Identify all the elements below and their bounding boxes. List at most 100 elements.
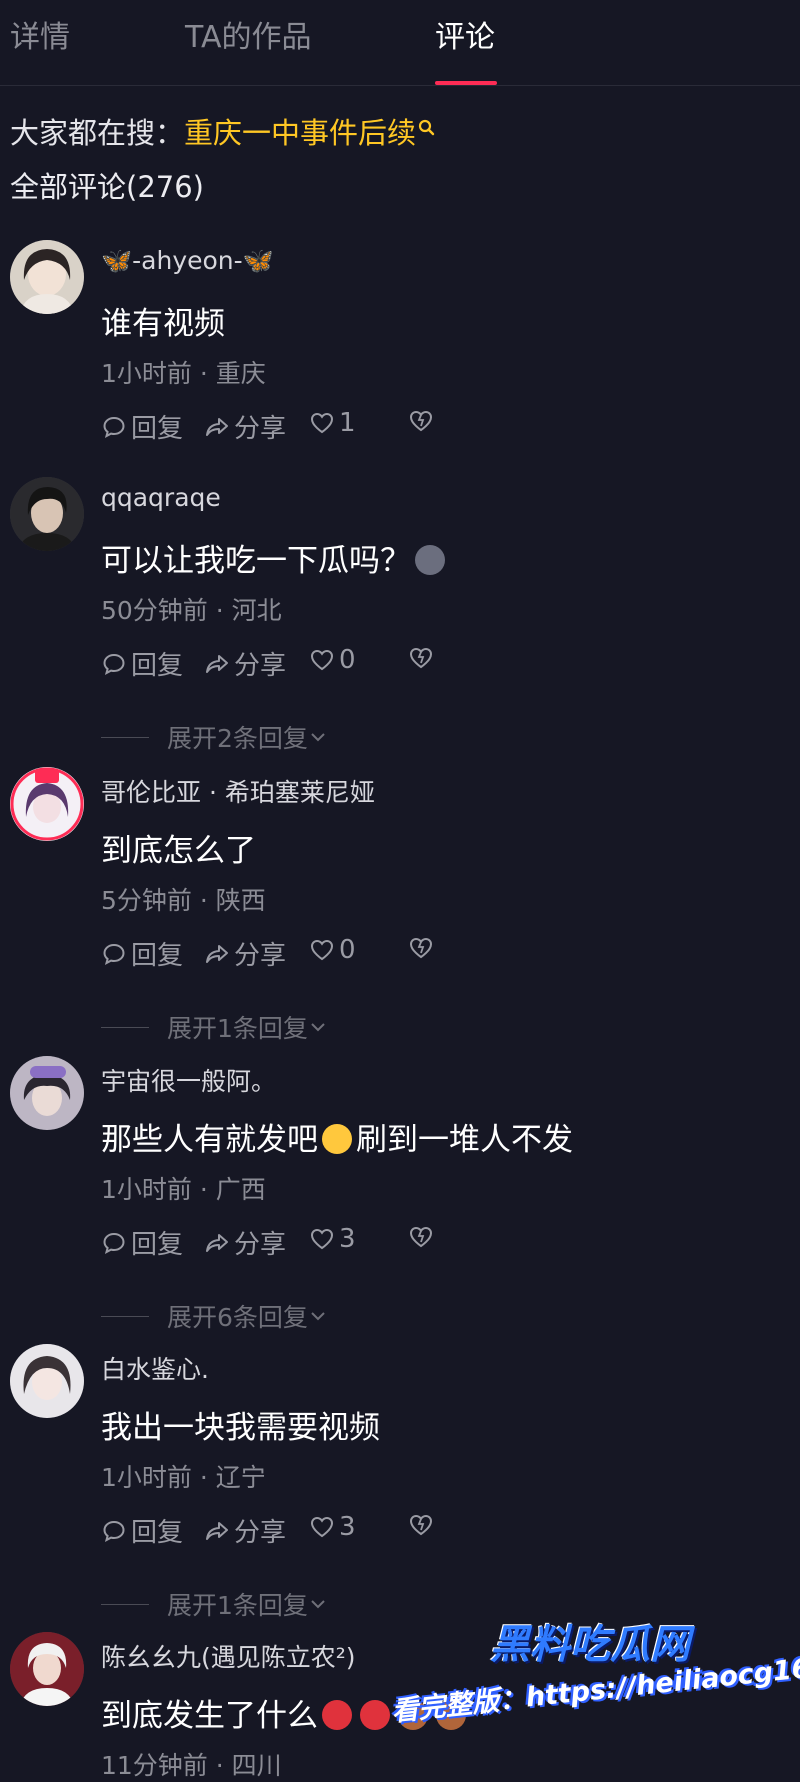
divider: [101, 1026, 149, 1028]
expand-replies-button[interactable]: 展开1条回复: [101, 1586, 328, 1622]
comment-count: 全部评论(276): [10, 170, 204, 204]
angry-emoji-icon: [322, 1700, 352, 1730]
share-button[interactable]: 分享: [204, 1224, 286, 1261]
like-button[interactable]: 0: [309, 935, 356, 965]
share-label: 分享: [234, 414, 287, 444]
comment-text: 可以让我吃一下瓜吗？: [101, 535, 449, 580]
reply-button[interactable]: 回复: [101, 1512, 183, 1549]
share-icon: [206, 1521, 228, 1540]
reply-button[interactable]: 回复: [101, 408, 183, 445]
angry-emoji-icon: [360, 1700, 390, 1730]
comment-text-body: 那些人有就发吧: [101, 1122, 318, 1158]
share-button[interactable]: 分享: [204, 1512, 286, 1549]
reply-label: 回复: [131, 651, 184, 681]
comment-text: 到底怎么了: [101, 833, 256, 869]
expand-replies-button[interactable]: 展开2条回复: [101, 719, 328, 755]
expand-replies-label: 展开1条回复: [167, 1591, 308, 1620]
reply-label: 回复: [131, 414, 184, 444]
comment-text-body: 刷到一堆人不发: [356, 1122, 573, 1158]
like-button[interactable]: 3: [309, 1224, 356, 1254]
comment-username[interactable]: 陈幺幺九(遇见陈立农²): [101, 1638, 356, 1674]
tab-comments[interactable]: 评论: [435, 12, 495, 56]
dislike-button[interactable]: [408, 1512, 438, 1538]
avatar[interactable]: [10, 1344, 84, 1418]
dislike-button[interactable]: [408, 1224, 438, 1250]
dislike-icon: [409, 1226, 433, 1248]
reply-button[interactable]: 回复: [101, 1224, 183, 1261]
heart-icon: [310, 412, 334, 434]
reply-label: 回复: [131, 1230, 184, 1260]
comment-icon: [103, 1232, 125, 1254]
chevron-down-icon: [311, 1023, 325, 1032]
avatar[interactable]: [10, 1056, 84, 1130]
expand-replies-button[interactable]: 展开6条回复: [101, 1298, 328, 1334]
dislike-button[interactable]: [408, 935, 438, 961]
comment-icon: [103, 1520, 125, 1542]
tab-details[interactable]: 详情: [10, 12, 70, 56]
expand-replies-button[interactable]: 展开1条回复: [101, 1009, 328, 1045]
share-button[interactable]: 分享: [204, 645, 286, 682]
divider: [101, 736, 149, 738]
comment-text: 那些人有就发吧 刷到一堆人不发: [101, 1114, 573, 1159]
share-button[interactable]: 分享: [204, 408, 286, 445]
comment-meta: 1小时前 · 广西: [101, 1175, 266, 1204]
like-button[interactable]: 0: [309, 645, 356, 675]
hot-search-prefix: 大家都在搜：: [10, 116, 185, 150]
search-icon[interactable]: [418, 110, 436, 136]
dislike-icon: [409, 410, 433, 432]
comment-username[interactable]: qqaqraqe: [101, 483, 221, 512]
comment-username[interactable]: 白水鉴心.: [101, 1350, 209, 1386]
like-count: 3: [339, 1512, 356, 1542]
like-count: 0: [339, 935, 356, 965]
avatar[interactable]: [10, 767, 84, 841]
chevron-down-icon: [311, 1600, 325, 1609]
comment-username[interactable]: 宇宙很一般阿。: [101, 1062, 276, 1098]
avatar[interactable]: [10, 240, 84, 314]
like-button[interactable]: 3: [309, 1512, 356, 1542]
share-label: 分享: [234, 1518, 287, 1548]
share-label: 分享: [234, 941, 287, 971]
share-label: 分享: [234, 651, 287, 681]
reply-label: 回复: [131, 1518, 184, 1548]
like-count: 1: [339, 408, 356, 438]
share-icon: [206, 944, 228, 963]
comment-meta: 1小时前 · 辽宁: [101, 1463, 266, 1492]
comment-meta: 5分钟前 · 陕西: [101, 886, 266, 915]
heart-icon: [310, 1228, 334, 1250]
heart-icon: [310, 649, 334, 671]
reply-button[interactable]: 回复: [101, 645, 183, 682]
comment-icon: [103, 416, 125, 438]
dislike-icon: [409, 1514, 433, 1536]
share-icon: [206, 1233, 228, 1252]
share-icon: [206, 654, 228, 673]
expand-replies-label: 展开2条回复: [167, 724, 308, 753]
hot-search-term[interactable]: 重庆一中事件后续: [184, 116, 416, 150]
active-tab-indicator: [435, 81, 497, 85]
comment-username[interactable]: 🦋-ahyeon-🦋: [101, 246, 274, 276]
reply-button[interactable]: 回复: [101, 935, 183, 972]
divider: [101, 1603, 149, 1605]
comment-text-body: 可以让我吃一下瓜吗？: [101, 543, 411, 579]
comment-text: 谁有视频: [101, 306, 225, 342]
share-icon: [206, 417, 228, 436]
tab-works[interactable]: TA的作品: [185, 12, 312, 56]
dislike-button[interactable]: [408, 645, 438, 671]
avatar[interactable]: [10, 1632, 84, 1706]
comment-meta: 11分钟前 · 四川: [101, 1751, 282, 1780]
like-button[interactable]: 1: [309, 408, 356, 438]
heart-icon: [310, 939, 334, 961]
dislike-icon: [409, 937, 433, 959]
comment-text-body: 到底发生了什么: [101, 1698, 318, 1734]
watermark: 黑料吃瓜网 看完整版：https://heiliaocg16.com: [390, 1612, 800, 1742]
tab-bar: 详情 TA的作品 评论: [0, 0, 800, 86]
emoji-icon: [415, 545, 445, 575]
comment-username[interactable]: 哥伦比亚 · 希珀塞莱尼娅: [101, 773, 375, 809]
reply-label: 回复: [131, 941, 184, 971]
hot-search: 大家都在搜：重庆一中事件后续: [10, 110, 436, 152]
dislike-button[interactable]: [408, 408, 438, 434]
like-count: 3: [339, 1224, 356, 1254]
chevron-down-icon: [311, 733, 325, 742]
avatar[interactable]: [10, 477, 84, 551]
expand-replies-label: 展开1条回复: [167, 1014, 308, 1043]
share-button[interactable]: 分享: [204, 935, 286, 972]
